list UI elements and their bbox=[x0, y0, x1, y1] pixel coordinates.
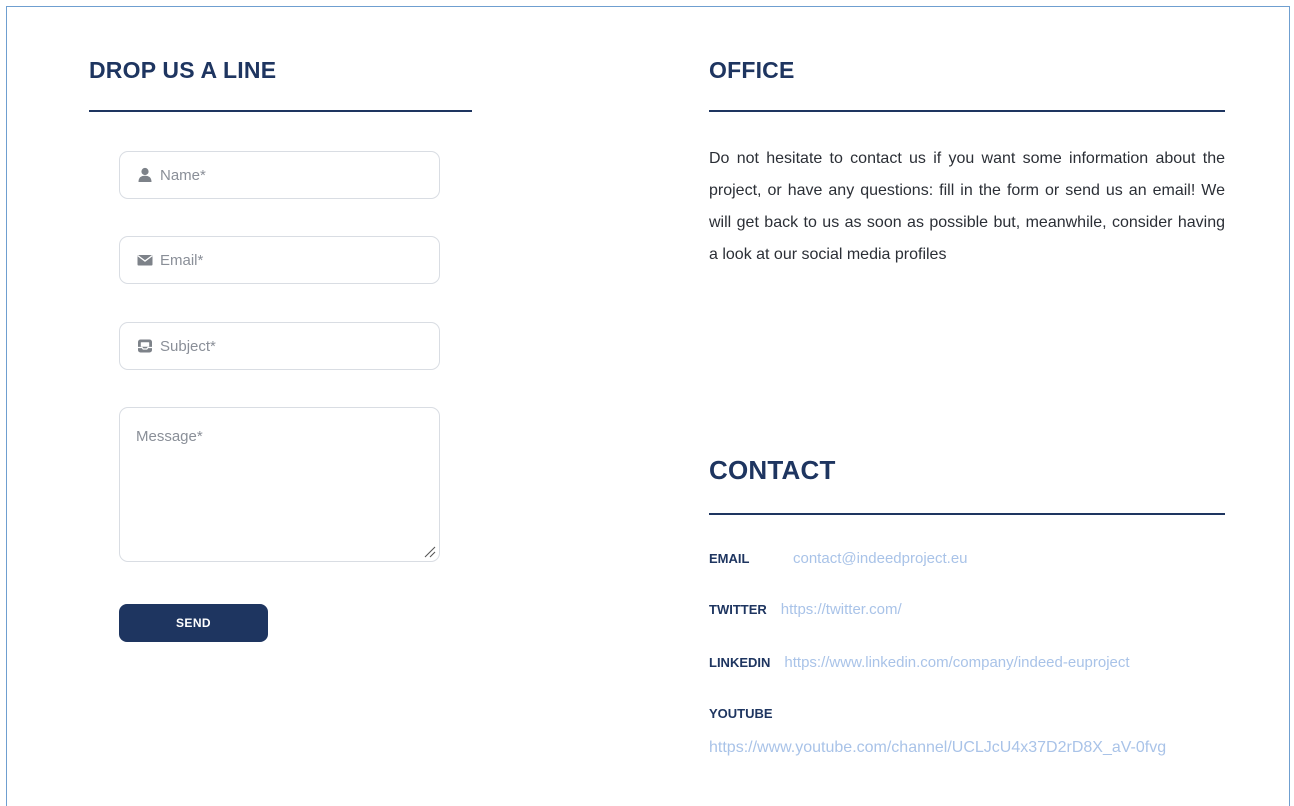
office-title-divider bbox=[709, 110, 1225, 112]
name-field[interactable] bbox=[119, 151, 440, 199]
email-label: EMAIL bbox=[709, 551, 750, 566]
page-frame: DROP US A LINE Name* Email* Subject* Mes… bbox=[6, 6, 1290, 806]
linkedin-link[interactable]: https://www.linkedin.com/company/indeed-… bbox=[784, 654, 1129, 671]
subject-field[interactable] bbox=[119, 322, 440, 370]
contact-title: CONTACT bbox=[709, 455, 836, 485]
office-title: OFFICE bbox=[709, 57, 795, 83]
name-input[interactable] bbox=[160, 152, 430, 198]
office-description: Do not hesitate to contact us if you wan… bbox=[709, 150, 1225, 263]
youtube-link[interactable]: https://www.youtube.com/channel/UCLJcU4x… bbox=[709, 732, 1225, 764]
youtube-label: YOUTUBE bbox=[709, 706, 773, 721]
contact-email-row: EMAIL contact@indeedproject.eu bbox=[709, 550, 968, 567]
email-link[interactable]: contact@indeedproject.eu bbox=[793, 550, 968, 567]
linkedin-label: LINKEDIN bbox=[709, 655, 771, 670]
user-icon bbox=[138, 167, 152, 182]
envelope-icon bbox=[137, 255, 153, 266]
contact-youtube-row: YOUTUBE bbox=[709, 706, 773, 721]
resize-grip-icon[interactable] bbox=[422, 544, 436, 558]
form-title: DROP US A LINE bbox=[89, 57, 277, 83]
contact-title-divider bbox=[709, 513, 1225, 515]
twitter-link[interactable]: https://twitter.com/ bbox=[781, 601, 902, 618]
message-field[interactable] bbox=[119, 407, 440, 562]
contact-twitter-row: TWITTER https://twitter.com/ bbox=[709, 601, 902, 618]
email-input[interactable] bbox=[160, 237, 430, 283]
message-textarea[interactable] bbox=[120, 408, 439, 561]
contact-linkedin-row: LINKEDIN https://www.linkedin.com/company… bbox=[709, 654, 1130, 671]
subject-input[interactable] bbox=[160, 323, 430, 369]
twitter-label: TWITTER bbox=[709, 602, 767, 617]
envelope-open-icon bbox=[138, 339, 152, 353]
send-button[interactable]: SEND bbox=[119, 604, 268, 642]
form-title-divider bbox=[89, 110, 472, 112]
email-field[interactable] bbox=[119, 236, 440, 284]
